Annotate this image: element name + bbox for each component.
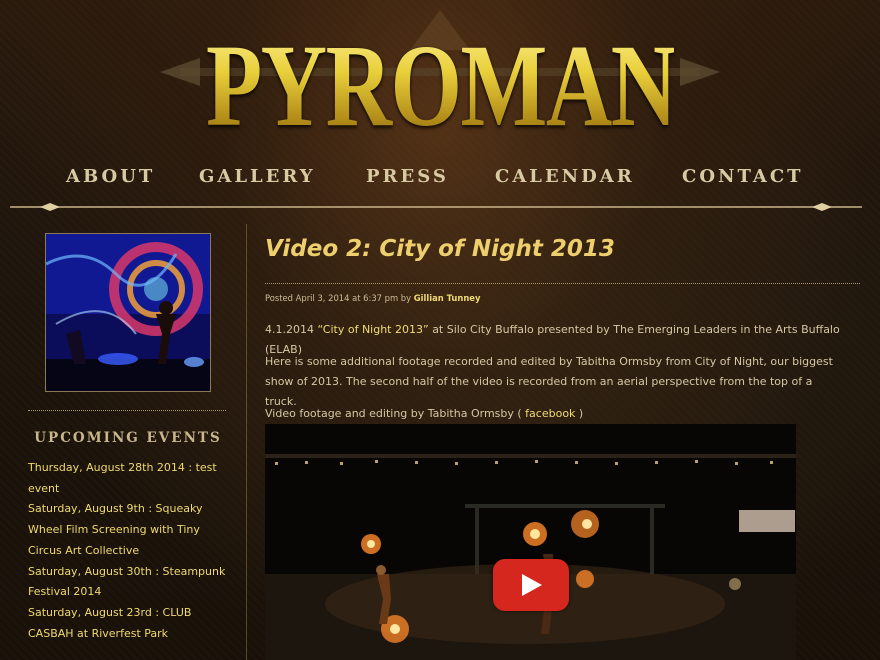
list-item: Thursday, August 28th 2014 : test event — [28, 458, 228, 499]
event-date: 4.1.2014 — [265, 323, 314, 336]
post-date: Posted April 3, 2014 at 6:37 pm by — [265, 293, 412, 303]
nav-press[interactable]: PRESS — [366, 166, 449, 187]
play-icon — [522, 574, 542, 596]
logo-text: PYROMANCY — [206, 16, 807, 156]
main-nav: ABOUT GALLERY PRESS CALENDAR CONTACT — [44, 166, 834, 192]
post-paragraph-2: Here is some additional footage recorded… — [265, 355, 833, 408]
post-paragraph-3: Video footage and editing by Tabitha Orm… — [265, 404, 845, 424]
post-meta: Posted April 3, 2014 at 6:37 pm by Gilli… — [265, 293, 480, 303]
nav-about[interactable]: ABOUT — [66, 166, 155, 187]
nav-contact[interactable]: CONTACT — [682, 166, 804, 187]
video-frame-image — [265, 424, 796, 660]
header-divider — [10, 203, 862, 211]
sidebar-divider — [246, 224, 247, 660]
post-title[interactable]: Video 2: City of Night 2013 — [265, 236, 615, 262]
event-link-city-of-night[interactable]: “City of Night 2013” — [317, 323, 428, 336]
author-link[interactable]: Gillian Tunney — [414, 293, 481, 303]
fire-performer-image — [46, 234, 210, 391]
nav-gallery[interactable]: GALLERY — [199, 166, 316, 187]
event-link[interactable]: Saturday, August 9th : Squeaky Wheel Fil… — [28, 499, 228, 561]
list-item: Saturday, August 9th : Squeaky Wheel Fil… — [28, 499, 228, 561]
credit-text: Video footage and editing by Tabitha Orm… — [265, 407, 522, 420]
site-logo[interactable]: PYROMANCY — [140, 10, 807, 165]
upcoming-events-list: Thursday, August 28th 2014 : test event … — [28, 458, 228, 644]
event-link[interactable]: Saturday, August 23rd : CLUB CASBAH at R… — [28, 603, 228, 644]
list-item: Saturday, August 30th : Steampunk Festiv… — [28, 562, 228, 603]
list-item: Saturday, August 23rd : CLUB CASBAH at R… — [28, 603, 228, 644]
upcoming-events-heading: UPCOMING EVENTS — [34, 430, 222, 446]
event-link[interactable]: Thursday, August 28th 2014 : test event — [28, 458, 228, 499]
nav-calendar[interactable]: CALENDAR — [495, 166, 635, 187]
credit-suffix: ) — [578, 407, 584, 420]
play-button[interactable] — [493, 559, 569, 611]
sidebar-separator — [28, 410, 226, 411]
facebook-link[interactable]: facebook — [525, 407, 575, 420]
event-link[interactable]: Saturday, August 30th : Steampunk Festiv… — [28, 562, 228, 603]
featured-thumbnail[interactable] — [45, 233, 211, 392]
video-player[interactable] — [265, 424, 796, 660]
title-separator — [265, 283, 860, 284]
